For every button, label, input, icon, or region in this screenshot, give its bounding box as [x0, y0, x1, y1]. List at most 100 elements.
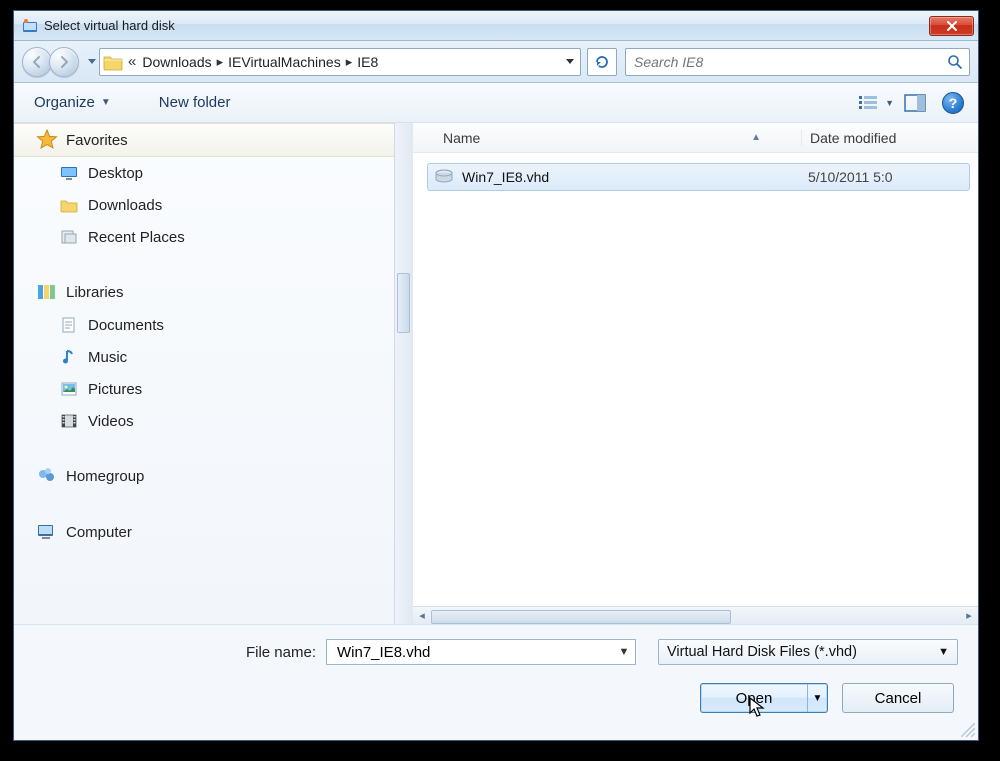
- scroll-left-icon[interactable]: ◂: [413, 607, 431, 625]
- sidebar-item-music[interactable]: Music: [14, 341, 394, 373]
- sidebar-group-favorites[interactable]: Favorites: [14, 123, 394, 157]
- forward-button[interactable]: [49, 47, 79, 77]
- computer-icon: [36, 521, 58, 543]
- column-header-name[interactable]: Name ▲: [413, 130, 801, 146]
- sort-indicator-icon: ▲: [751, 132, 761, 143]
- sidebar-item-label: Recent Places: [88, 229, 185, 246]
- breadcrumb-overflow[interactable]: «: [126, 53, 139, 70]
- sidebar-item-label: Music: [88, 349, 127, 366]
- view-icon: [859, 95, 879, 111]
- file-open-dialog: Select virtual hard disk «: [13, 10, 979, 741]
- column-headers: Name ▲ Date modified: [413, 123, 978, 153]
- column-header-date[interactable]: Date modified: [801, 130, 978, 146]
- sidebar-label: Homegroup: [66, 468, 144, 485]
- pictures-icon: [60, 380, 78, 398]
- breadcrumb-segment[interactable]: Downloads: [139, 54, 214, 70]
- sidebar-item-videos[interactable]: Videos: [14, 405, 394, 437]
- file-row[interactable]: Win7_IE8.vhd 5/10/2011 5:0: [427, 163, 970, 191]
- refresh-icon: [594, 54, 610, 70]
- bottom-panel: File name: ▼ Virtual Hard Disk Files (*.…: [14, 624, 978, 740]
- sidebar-item-desktop[interactable]: Desktop: [14, 157, 394, 189]
- folder-icon: [102, 51, 124, 73]
- libraries-icon: [36, 281, 58, 303]
- toolbar: Organize ▼ New folder ▼ ?: [14, 83, 978, 123]
- file-date: 5/10/2011 5:0: [808, 169, 893, 185]
- search-input[interactable]: [632, 53, 947, 71]
- titlebar: Select virtual hard disk: [14, 11, 978, 41]
- navigation-pane: Favorites Desktop Downloads Recent Place…: [14, 123, 412, 624]
- sidebar-item-label: Desktop: [88, 165, 143, 182]
- sidebar-group-libraries[interactable]: Libraries: [14, 275, 394, 309]
- chevron-down-icon: ▼: [101, 97, 111, 108]
- help-button[interactable]: ?: [942, 92, 964, 114]
- search-icon: [947, 54, 963, 70]
- filename-label: File name:: [34, 644, 316, 661]
- sidebar-item-label: Pictures: [88, 381, 142, 398]
- address-bar[interactable]: « Downloads ▸ IEVirtualMachines ▸ IE8: [99, 48, 581, 76]
- horizontal-scrollbar[interactable]: ◂ ▸: [413, 606, 978, 624]
- sidebar-item-documents[interactable]: Documents: [14, 309, 394, 341]
- cancel-label: Cancel: [875, 690, 922, 707]
- cancel-button[interactable]: Cancel: [842, 683, 954, 713]
- view-options-button[interactable]: ▼: [855, 93, 898, 113]
- close-button[interactable]: [929, 16, 974, 36]
- filename-combobox[interactable]: ▼: [326, 639, 636, 665]
- open-button[interactable]: Open ▼: [700, 683, 828, 713]
- new-folder-label: New folder: [159, 94, 231, 111]
- scroll-right-icon[interactable]: ▸: [960, 607, 978, 625]
- file-name: Win7_IE8.vhd: [462, 169, 808, 185]
- column-label: Name: [443, 130, 480, 146]
- address-dropdown[interactable]: [561, 59, 579, 65]
- sidebar-scrollbar[interactable]: [394, 123, 412, 624]
- vhd-file-icon: [434, 168, 454, 186]
- file-list-pane: Name ▲ Date modified Win7_IE8.vhd 5/10/2…: [412, 123, 978, 624]
- sidebar-item-pictures[interactable]: Pictures: [14, 373, 394, 405]
- organize-button[interactable]: Organize ▼: [28, 90, 117, 115]
- music-icon: [60, 348, 78, 366]
- nav-history-dropdown[interactable]: [85, 47, 99, 77]
- star-icon: [36, 129, 58, 151]
- window-title: Select virtual hard disk: [44, 18, 929, 33]
- sidebar-group-homegroup[interactable]: Homegroup: [14, 459, 394, 493]
- sidebar-item-label: Downloads: [88, 197, 162, 214]
- new-folder-button[interactable]: New folder: [153, 90, 237, 115]
- chevron-down-icon[interactable]: ▼: [617, 646, 631, 658]
- open-label: Open: [736, 690, 773, 707]
- videos-icon: [60, 412, 78, 430]
- chevron-right-icon[interactable]: ▸: [215, 54, 226, 70]
- open-split-dropdown[interactable]: ▼: [807, 684, 827, 712]
- close-icon: [946, 21, 958, 31]
- organize-label: Organize: [34, 94, 95, 111]
- chevron-down-icon: ▼: [938, 646, 949, 658]
- navigation-bar: « Downloads ▸ IEVirtualMachines ▸ IE8: [14, 41, 978, 83]
- recent-icon: [60, 228, 78, 246]
- sidebar-label: Favorites: [66, 132, 128, 149]
- sidebar-item-downloads[interactable]: Downloads: [14, 189, 394, 221]
- resize-grip-icon[interactable]: [961, 723, 975, 737]
- scrollbar-thumb[interactable]: [431, 610, 731, 624]
- preview-pane-button[interactable]: [902, 90, 928, 116]
- sidebar-item-recent-places[interactable]: Recent Places: [14, 221, 394, 253]
- sidebar-group-computer[interactable]: Computer: [14, 515, 394, 549]
- filter-label: Virtual Hard Disk Files (*.vhd): [667, 644, 857, 660]
- chevron-down-icon: ▼: [885, 98, 894, 108]
- scrollbar-thumb[interactable]: [397, 273, 410, 333]
- refresh-button[interactable]: [587, 48, 617, 76]
- chevron-right-icon[interactable]: ▸: [344, 54, 355, 70]
- documents-icon: [60, 316, 78, 334]
- sidebar-label: Computer: [66, 524, 132, 541]
- sidebar-label: Libraries: [66, 284, 124, 301]
- homegroup-icon: [36, 465, 58, 487]
- search-box[interactable]: [625, 48, 970, 76]
- sidebar-item-label: Documents: [88, 317, 164, 334]
- desktop-icon: [60, 164, 78, 182]
- app-icon: [22, 18, 38, 34]
- back-button[interactable]: [22, 47, 52, 77]
- breadcrumb-segment[interactable]: IE8: [354, 54, 381, 70]
- breadcrumb-segment[interactable]: IEVirtualMachines: [225, 54, 344, 70]
- file-type-filter[interactable]: Virtual Hard Disk Files (*.vhd) ▼: [658, 639, 958, 665]
- filename-input[interactable]: [335, 643, 617, 662]
- column-label: Date modified: [810, 130, 896, 146]
- sidebar-item-label: Videos: [88, 413, 134, 430]
- preview-pane-icon: [904, 94, 926, 112]
